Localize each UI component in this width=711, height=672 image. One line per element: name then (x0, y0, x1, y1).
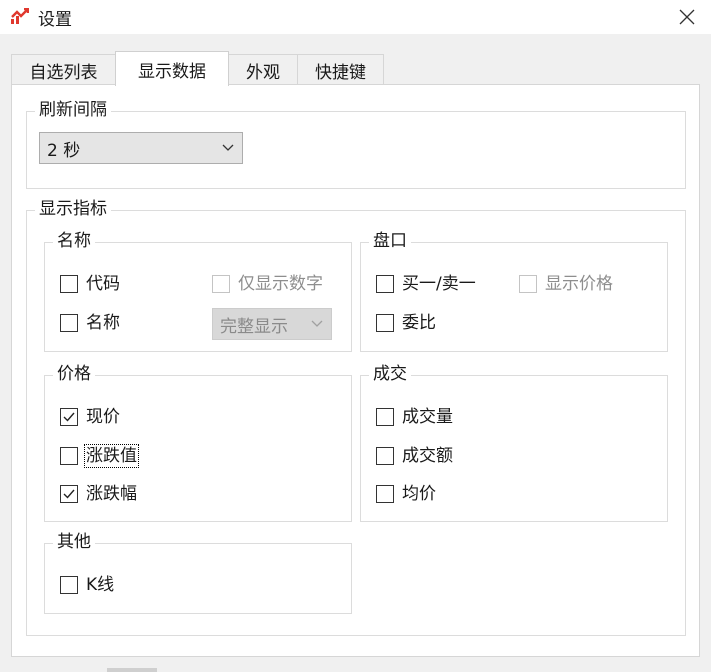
stock-chart-icon (11, 8, 29, 24)
show-price-checkbox[interactable]: 显示价格 (519, 273, 613, 295)
checkbox-box (376, 314, 394, 332)
change-value-checkbox[interactable]: 涨跌值 (60, 444, 139, 468)
change-percent-checkbox[interactable]: 涨跌幅 (60, 483, 137, 505)
checkbox-box (519, 275, 537, 293)
current-price-label: 现价 (86, 407, 120, 427)
close-icon (679, 9, 695, 25)
settings-panel: 刷新间隔 2 秒 显示指标 名称 代码 仅显示数字 名称 完整显示 盘口 买一/… (11, 84, 700, 657)
only-digits-checkbox[interactable]: 仅显示数字 (212, 273, 323, 295)
chevron-down-icon (311, 320, 323, 327)
refresh-interval-title: 刷新间隔 (35, 100, 111, 120)
checkbox-box (60, 314, 78, 332)
volume-checkbox[interactable]: 成交量 (376, 406, 453, 428)
orderbook-group-title: 盘口 (369, 231, 411, 251)
avg-price-checkbox[interactable]: 均价 (376, 483, 436, 505)
tab-watchlist[interactable]: 自选列表 (11, 54, 116, 85)
name-group-title: 名称 (53, 231, 95, 251)
checkbox-box (60, 576, 78, 594)
checkbox-box (376, 485, 394, 503)
checkbox-box (376, 447, 394, 465)
refresh-interval-select[interactable]: 2 秒 (39, 132, 243, 164)
display-indicators-group: 显示指标 名称 代码 仅显示数字 名称 完整显示 盘口 买一/卖一 显示价格 委… (26, 199, 686, 636)
code-label: 代码 (86, 274, 120, 294)
refresh-interval-group: 刷新间隔 2 秒 (26, 100, 686, 189)
volume-label: 成交量 (402, 407, 453, 427)
name-checkbox[interactable]: 名称 (60, 312, 120, 334)
tab-appearance[interactable]: 外观 (228, 54, 298, 85)
name-display-mode-select[interactable]: 完整显示 (212, 308, 332, 340)
checkbox-box (212, 275, 230, 293)
amount-label: 成交额 (402, 446, 453, 466)
only-digits-label: 仅显示数字 (238, 274, 323, 294)
name-group: 名称 代码 仅显示数字 名称 完整显示 (44, 231, 352, 352)
name-label: 名称 (86, 313, 120, 333)
refresh-interval-value: 2 秒 (47, 140, 81, 161)
checkbox-box (376, 275, 394, 293)
bid-ask-label: 买一/卖一 (402, 274, 476, 294)
other-group: 其他 K线 (44, 532, 352, 614)
chevron-down-icon (222, 144, 234, 151)
show-price-label: 显示价格 (545, 274, 613, 294)
price-group-title: 价格 (53, 364, 95, 384)
name-display-mode-value: 完整显示 (220, 316, 288, 337)
amount-checkbox[interactable]: 成交额 (376, 445, 453, 467)
orderbook-group: 盘口 买一/卖一 显示价格 委比 (360, 231, 668, 352)
checkbox-box (60, 485, 78, 503)
volume-group: 成交 成交量 成交额 均价 (360, 364, 668, 522)
checkbox-box (60, 408, 78, 426)
scrollbar-thumb[interactable] (107, 668, 157, 672)
checkmark-icon (63, 412, 75, 422)
price-group: 价格 现价 涨跌值 涨跌幅 (44, 364, 352, 522)
change-percent-label: 涨跌幅 (86, 484, 137, 504)
kline-checkbox[interactable]: K线 (60, 574, 114, 596)
close-button[interactable] (663, 0, 711, 34)
bid-ask-checkbox[interactable]: 买一/卖一 (376, 273, 476, 295)
ratio-label: 委比 (402, 313, 436, 333)
checkbox-box (60, 275, 78, 293)
change-value-label: 涨跌值 (84, 444, 139, 468)
kline-label: K线 (86, 575, 115, 595)
other-group-title: 其他 (53, 532, 95, 552)
volume-group-title: 成交 (369, 364, 411, 384)
display-indicators-title: 显示指标 (35, 199, 111, 219)
current-price-checkbox[interactable]: 现价 (60, 406, 120, 428)
checkbox-box (60, 447, 78, 465)
avg-price-label: 均价 (402, 484, 436, 504)
window-title: 设置 (38, 10, 72, 30)
tab-shortcuts[interactable]: 快捷键 (297, 54, 384, 85)
tab-display-data[interactable]: 显示数据 (115, 51, 229, 86)
checkmark-icon (63, 489, 75, 499)
ratio-checkbox[interactable]: 委比 (376, 312, 436, 334)
code-checkbox[interactable]: 代码 (60, 273, 120, 295)
title-bar: 设置 (0, 0, 711, 34)
checkbox-box (376, 408, 394, 426)
